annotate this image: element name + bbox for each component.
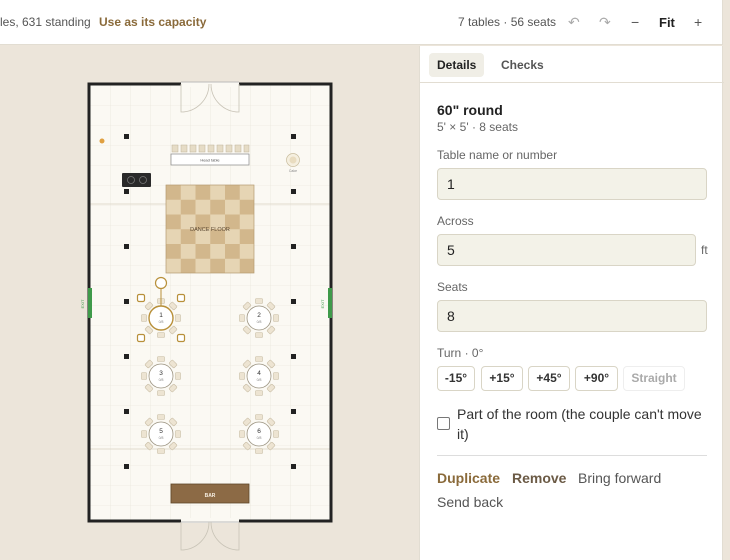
zoom-in-button[interactable]: + [694, 13, 702, 31]
send-back-button[interactable]: Send back [437, 494, 503, 510]
turn-minus-15-button[interactable]: -15° [437, 366, 475, 391]
panel-tabs: Details Checks [420, 46, 724, 83]
properties-panel: Details Checks 60" round 5' × 5' · 8 sea… [419, 46, 724, 560]
turn-label: Turn · 0° [437, 346, 484, 360]
chair [255, 298, 263, 304]
chair [239, 372, 245, 380]
resize-handle[interactable] [136, 293, 146, 303]
chair [157, 414, 165, 420]
table-seat-count: 7 tables · 56 seats [458, 15, 557, 29]
chair [239, 430, 245, 438]
exit-left [88, 288, 92, 318]
seats-label: Seats [437, 280, 468, 294]
chair [273, 430, 279, 438]
chair [141, 372, 147, 380]
chair [255, 414, 263, 420]
turn-plus-45-button[interactable]: +45° [528, 366, 570, 391]
table-type-title: 60" round [437, 102, 503, 118]
table-number: 1 [159, 312, 163, 319]
chair [255, 332, 263, 338]
table-seat-status: 0/8 [159, 378, 164, 382]
toolbar: les, 631 standing Use as its capacity 7 … [0, 0, 723, 45]
chair [157, 390, 165, 396]
table-seat-status: 0/8 [257, 378, 262, 382]
across-input[interactable] [437, 234, 696, 266]
chair [273, 314, 279, 322]
table-number: 6 [257, 428, 261, 435]
table-seat-status: 0/8 [257, 320, 262, 324]
table-number: 3 [159, 370, 163, 377]
chair [239, 314, 245, 322]
table-seat-status: 0/8 [159, 320, 164, 324]
undo-icon[interactable]: ↶ [568, 13, 580, 31]
turn-plus-90-button[interactable]: +90° [575, 366, 618, 391]
floor-plan-canvas[interactable]: EXIT EXIT Head table Cake DANCE FLOOR BA… [0, 46, 419, 560]
redo-icon[interactable]: ↷ [599, 13, 611, 31]
fixed-item-checkbox[interactable] [437, 417, 450, 430]
head-table-label: Head table [200, 158, 220, 163]
chair [175, 372, 181, 380]
floor-plan-svg: EXIT EXIT Head table Cake DANCE FLOOR BA… [80, 81, 333, 551]
resize-handle[interactable] [136, 333, 146, 343]
tab-details[interactable]: Details [429, 53, 485, 77]
chair [157, 332, 165, 338]
exit-right-label: EXIT [320, 299, 325, 308]
turn-plus-15-button[interactable]: +15° [481, 366, 523, 391]
zoom-out-button[interactable]: − [631, 13, 639, 31]
straight-button[interactable]: Straight [623, 366, 685, 391]
resize-handle[interactable] [176, 333, 186, 343]
table-seat-status: 0/8 [257, 436, 262, 440]
head-table[interactable]: Head table [170, 144, 250, 166]
outlet-marker [99, 138, 105, 144]
table-number: 5 [159, 428, 163, 435]
dj-booth[interactable] [122, 173, 151, 187]
exit-left-label: EXIT [80, 299, 85, 308]
remove-button[interactable]: Remove [512, 470, 566, 486]
chair [255, 448, 263, 454]
chair [255, 356, 263, 362]
duplicate-button[interactable]: Duplicate [437, 470, 500, 486]
table-name-label: Table name or number [437, 148, 558, 162]
bottom-door [180, 518, 240, 551]
bring-forward-button[interactable]: Bring forward [578, 470, 661, 486]
bar-label: BAR [205, 493, 216, 499]
panel-divider [437, 455, 707, 456]
fit-button[interactable]: Fit [659, 14, 675, 32]
table-name-input[interactable] [437, 168, 707, 200]
chair [141, 430, 147, 438]
table-number: 2 [257, 312, 261, 319]
across-unit: ft [701, 243, 708, 257]
chair [273, 372, 279, 380]
fixed-item-label: Part of the room (the couple can't move … [457, 406, 702, 442]
use-capacity-link[interactable]: Use as its capacity [99, 15, 206, 29]
seats-input[interactable] [437, 300, 707, 332]
rotate-handle-icon[interactable] [154, 276, 168, 290]
table-type-subtitle: 5' × 5' · 8 seats [437, 120, 518, 134]
across-label: Across [437, 214, 474, 228]
table-seat-status: 0/8 [159, 436, 164, 440]
exit-right [328, 288, 332, 318]
chair [141, 314, 147, 322]
capacity-info: les, 631 standing [0, 15, 91, 29]
chair [157, 448, 165, 454]
table-number: 4 [257, 370, 261, 377]
cake-label: Cake [289, 169, 297, 173]
chair [157, 356, 165, 362]
chair [255, 390, 263, 396]
chair [175, 314, 181, 322]
bar-counter[interactable]: BAR [170, 483, 250, 504]
tab-checks[interactable]: Checks [493, 53, 552, 77]
dance-floor[interactable]: DANCE FLOOR [165, 184, 255, 274]
resize-handle[interactable] [176, 293, 186, 303]
dance-floor-label: DANCE FLOOR [190, 227, 230, 233]
chair [175, 430, 181, 438]
